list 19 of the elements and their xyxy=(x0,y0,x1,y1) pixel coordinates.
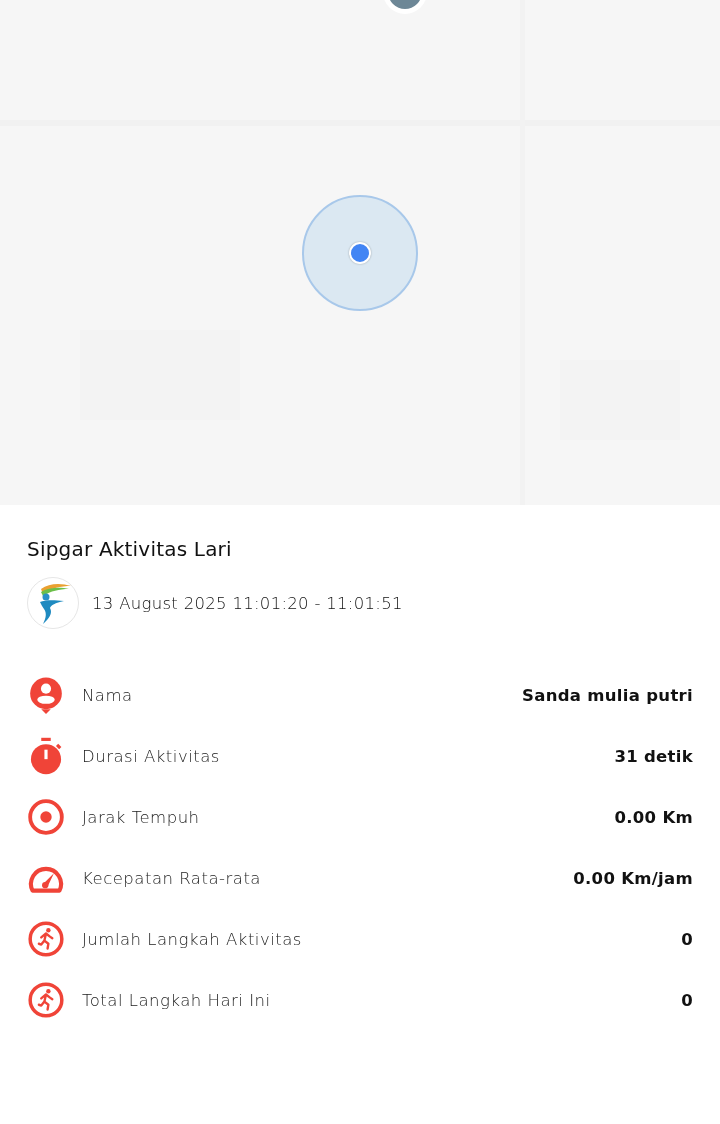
stat-value: Sanda mulia putri xyxy=(522,685,693,705)
stat-label: Durasi Aktivitas xyxy=(82,746,221,766)
target-icon xyxy=(27,798,65,836)
activity-datetime: 13 August 2025 11:01:20 - 11:01:51 xyxy=(92,593,403,613)
stat-label: Jarak Tempuh xyxy=(82,807,201,827)
stat-value: 0 xyxy=(681,990,693,1010)
runner-icon xyxy=(27,981,65,1019)
runner-icon xyxy=(27,920,65,958)
stat-value: 0 xyxy=(681,929,693,949)
person-icon xyxy=(27,676,65,714)
stat-label: Kecepatan Rata-rata xyxy=(82,868,262,888)
stat-label: Jumlah Langkah Aktivitas xyxy=(82,929,303,949)
stat-value: 0.00 Km xyxy=(614,807,693,827)
activity-title: Sipgar Aktivitas Lari xyxy=(27,536,233,563)
stat-value: 0.00 Km/jam xyxy=(573,868,693,888)
stat-label: Total Langkah Hari Ini xyxy=(82,990,272,1010)
stat-value: 31 detik xyxy=(614,746,693,766)
logo-icon xyxy=(27,577,79,629)
stat-label: Nama xyxy=(82,685,134,705)
